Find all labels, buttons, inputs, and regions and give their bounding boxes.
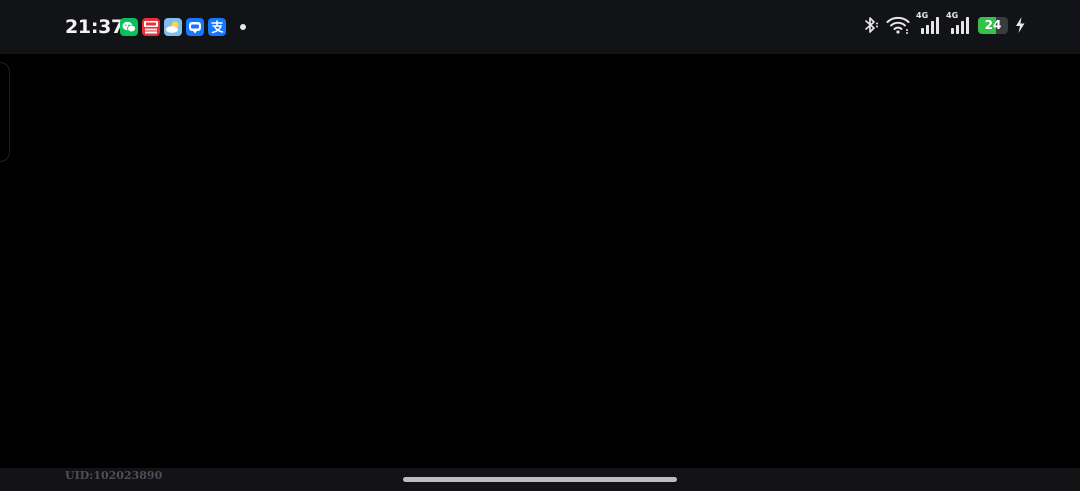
side-edge-handle[interactable] (0, 62, 10, 162)
notification-icons (120, 18, 246, 36)
messenger-icon (186, 18, 204, 36)
status-bar: 21:37 4G 4G 24 (0, 0, 1080, 54)
uid-label: UID:102023890 (65, 469, 163, 482)
wechat-icon (120, 18, 138, 36)
home-indicator[interactable] (403, 477, 677, 482)
weather-icon (164, 18, 182, 36)
status-time: 21:37 (65, 16, 124, 38)
phone-screen: 21:37 4G 4G 24 UID:102023890 (0, 0, 1080, 491)
wifi-icon (886, 15, 910, 35)
battery-level: 24 (984, 17, 1002, 32)
cellular-signal-2-icon: 4G (946, 12, 970, 35)
cellular-signal-1-icon: 4G (916, 12, 940, 35)
alipay-icon (208, 18, 226, 36)
bottom-bar: UID:102023890 (0, 468, 1080, 491)
app-content-area[interactable] (0, 54, 1080, 468)
bluetooth-icon (862, 15, 880, 35)
battery-indicator: 24 (978, 16, 1008, 34)
shopping-app-icon (142, 18, 160, 36)
more-dot-icon (240, 24, 246, 30)
system-icons: 4G 4G 24 (862, 12, 1026, 35)
charging-bolt-icon (1014, 16, 1026, 34)
